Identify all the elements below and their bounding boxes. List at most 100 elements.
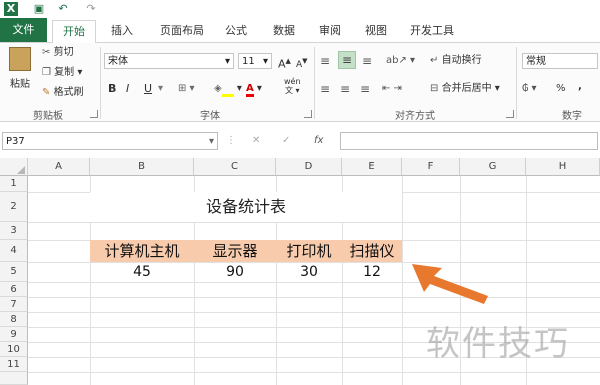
row-header[interactable]: 11 — [0, 357, 28, 372]
tab-page-layout[interactable]: 页面布局 — [152, 21, 212, 41]
row-header[interactable]: 8 — [0, 312, 28, 327]
tab-data[interactable]: 数据 — [266, 21, 302, 41]
table-header-cell[interactable]: 显示器 — [194, 240, 276, 262]
paint-bucket-icon: ◈ — [214, 83, 222, 94]
divider — [314, 47, 315, 119]
name-box-value: P37 — [6, 136, 25, 147]
column-header[interactable]: D — [276, 158, 342, 176]
tab-file[interactable]: 文件 — [0, 18, 47, 42]
name-box[interactable]: P37 ▾ — [2, 132, 218, 150]
font-name-select[interactable]: 宋体 ▾ — [104, 53, 234, 69]
row-header[interactable]: 7 — [0, 297, 28, 312]
column-header[interactable]: F — [402, 158, 460, 176]
border-icon[interactable]: ⊞ ▾ — [178, 81, 195, 97]
number-group-label: 数字 — [562, 111, 582, 122]
table-value-cell[interactable]: 90 — [194, 262, 276, 282]
chevron-down-icon: ▾ — [262, 56, 268, 67]
title-bar: X ▣ ↶ ↷ — [0, 0, 600, 18]
tab-developer[interactable]: 开发工具 — [402, 21, 462, 41]
number-format-value: 常规 — [526, 56, 546, 67]
currency-icon[interactable]: ₲ ▾ — [522, 81, 537, 97]
column-header[interactable]: E — [342, 158, 402, 176]
gridline — [28, 372, 600, 373]
table-value-cell[interactable]: 12 — [342, 262, 402, 282]
select-all-corner[interactable] — [0, 158, 28, 176]
align-left-icon[interactable]: ≡ — [320, 81, 330, 97]
table-value-cell[interactable]: 45 — [90, 262, 194, 282]
wrap-text-button[interactable]: ↵ 自动换行 — [430, 53, 482, 69]
font-launcher-icon[interactable] — [304, 110, 312, 118]
gridline — [28, 297, 600, 298]
tab-formulas[interactable]: 公式 — [218, 21, 254, 41]
column-header[interactable]: G — [460, 158, 526, 176]
table-header-cell[interactable]: 扫描仪 — [342, 240, 402, 262]
insert-function-icon[interactable]: fx — [314, 133, 323, 149]
gridline — [28, 222, 600, 223]
merge-label: 合并后居中 — [441, 83, 492, 94]
phonetic-button[interactable]: wén 文 ▾ — [284, 77, 301, 95]
row-header[interactable]: 4 — [0, 240, 28, 262]
font-name-value: 宋体 — [108, 56, 128, 67]
merge-center-button[interactable]: ⊟ 合并后居中 ▾ — [430, 81, 500, 97]
table-header-cell[interactable]: 计算机主机 — [90, 240, 194, 262]
chevron-down-icon[interactable]: ▾ — [158, 81, 163, 97]
align-center-icon[interactable]: ≡ — [340, 81, 350, 97]
ribbon-tabs: 文件 开始 插入 页面布局 公式 数据 审阅 视图 开发工具 — [0, 18, 600, 44]
tab-view[interactable]: 视图 — [358, 21, 394, 41]
comma-button[interactable]: , — [578, 79, 582, 95]
sheet-title-cell[interactable]: 设备统计表 — [90, 192, 402, 222]
watermark-text: 软件技巧 — [426, 324, 570, 364]
indent-icons[interactable]: ⇤ ⇥ — [382, 81, 402, 97]
align-right-icon[interactable]: ≡ — [360, 81, 370, 97]
align-middle-icon[interactable]: ≡ — [338, 51, 357, 69]
bold-button[interactable]: B — [108, 81, 116, 97]
redo-icon[interactable]: ↷ — [84, 2, 98, 16]
underline-button[interactable]: U — [144, 81, 152, 97]
row-header[interactable]: 1 — [0, 176, 28, 192]
table-value-cell[interactable]: 30 — [276, 262, 342, 282]
row-header[interactable]: 6 — [0, 282, 28, 297]
row-header[interactable]: 2 — [0, 192, 28, 222]
column-header[interactable]: A — [28, 158, 90, 176]
font-size-select[interactable]: 11 ▾ — [238, 53, 272, 69]
italic-button[interactable]: I — [126, 81, 129, 97]
paste-label: 粘贴 — [10, 79, 30, 90]
column-header[interactable]: B — [90, 158, 194, 176]
alignment-launcher-icon[interactable] — [506, 110, 514, 118]
cancel-icon[interactable]: ✕ — [252, 133, 260, 149]
row-header[interactable]: 10 — [0, 342, 28, 357]
excel-logo-icon: X — [4, 2, 18, 16]
gridline — [402, 176, 403, 385]
orientation-icon[interactable]: ab↗ ▾ — [386, 53, 415, 69]
fill-color-button[interactable]: ◈ ▾ — [214, 81, 242, 97]
wrap-text-label: 自动换行 — [441, 55, 482, 66]
font-color-button[interactable]: A ▾ — [246, 81, 262, 97]
increase-font-icon[interactable]: A▲ — [278, 53, 291, 73]
tab-home[interactable]: 开始 — [52, 20, 96, 44]
confirm-icon[interactable]: ✓ — [282, 133, 290, 149]
align-bottom-icon[interactable]: ≡ — [362, 53, 372, 69]
tab-review[interactable]: 审阅 — [312, 21, 348, 41]
alignment-group-label: 对齐方式 — [395, 111, 435, 122]
percent-button[interactable]: % — [556, 81, 566, 97]
row-header[interactable] — [0, 372, 28, 385]
table-header-cell[interactable]: 打印机 — [276, 240, 342, 262]
row-header[interactable]: 3 — [0, 222, 28, 240]
undo-icon[interactable]: ↶ — [56, 2, 70, 16]
formula-input[interactable] — [340, 132, 598, 150]
row-header[interactable]: 9 — [0, 327, 28, 342]
column-header[interactable]: H — [526, 158, 600, 176]
decrease-font-icon[interactable]: A▼ — [296, 53, 308, 73]
format-painter-button[interactable]: ✎ 格式刷 — [42, 85, 84, 101]
spreadsheet-grid: A B C D E F G H 1 2 3 4 5 6 7 8 9 10 11 … — [0, 158, 600, 385]
align-top-icon[interactable]: ≡ — [320, 53, 330, 69]
save-icon[interactable]: ▣ — [32, 2, 46, 16]
cut-button[interactable]: ✂ 剪切 — [42, 45, 74, 61]
tab-insert[interactable]: 插入 — [104, 21, 140, 41]
column-header[interactable]: C — [194, 158, 276, 176]
row-header[interactable]: 5 — [0, 262, 28, 282]
clipboard-launcher-icon[interactable] — [90, 110, 98, 118]
copy-button[interactable]: ❐ 复制 ▾ — [42, 65, 82, 81]
number-format-select[interactable]: 常规 — [522, 53, 598, 69]
paste-button[interactable]: 粘贴 — [6, 47, 34, 91]
